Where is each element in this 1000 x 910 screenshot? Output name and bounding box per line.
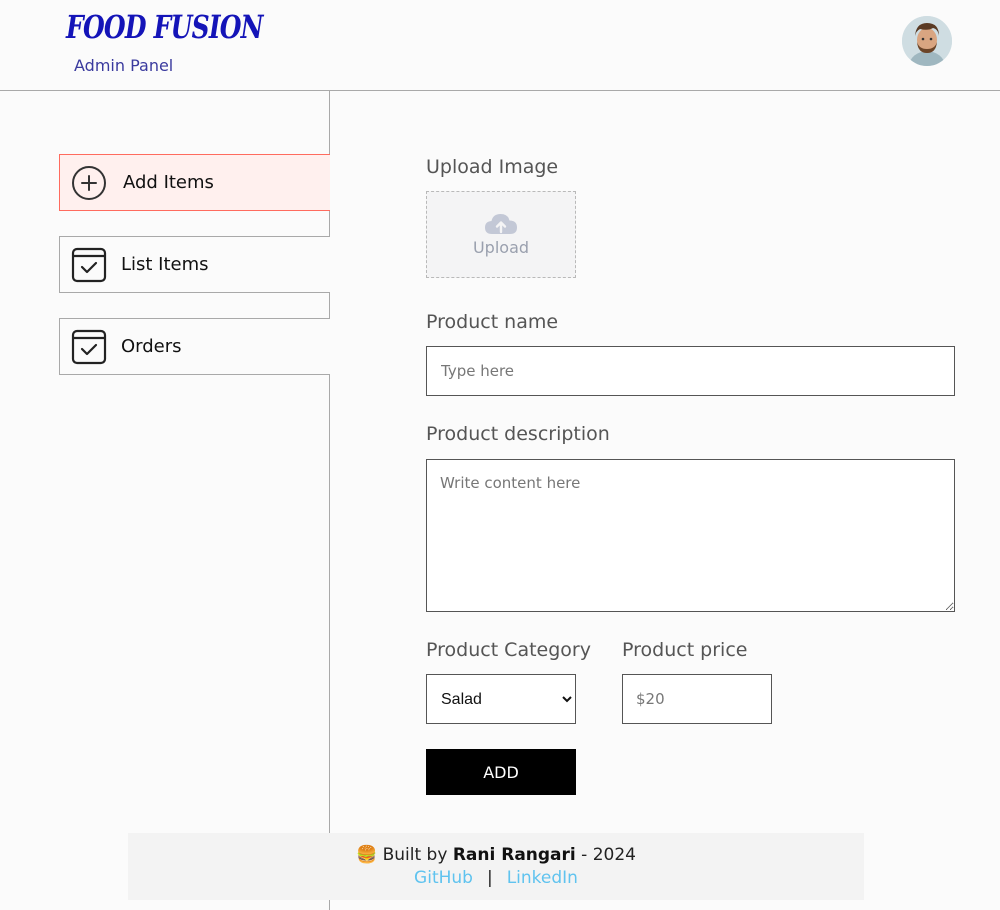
sidebar-item-orders[interactable]: Orders [59, 318, 330, 375]
checkbox-order-icon [71, 329, 107, 365]
sidebar: Add Items List Items Orders [0, 91, 330, 910]
plus-circle-icon [71, 165, 107, 201]
github-link[interactable]: GitHub [414, 868, 473, 888]
sidebar-item-label: List Items [121, 254, 209, 275]
upload-image-label: Upload Image [426, 156, 559, 178]
footer-links: GitHub | LinkedIn [128, 868, 864, 888]
brand-logo[interactable]: FOOD FUSION [66, 8, 263, 46]
product-description-textarea[interactable] [426, 459, 955, 612]
upload-text: Upload [472, 238, 530, 257]
product-name-input[interactable] [426, 346, 955, 396]
link-separator: | [486, 868, 493, 888]
author-name: Rani Rangari [452, 845, 576, 865]
product-category-select[interactable]: Salad [426, 674, 576, 724]
upload-image-dropzone[interactable]: Upload [426, 191, 576, 278]
add-button[interactable]: ADD [426, 749, 576, 795]
profile-avatar[interactable] [902, 16, 952, 66]
sidebar-item-list-items[interactable]: List Items [59, 236, 330, 293]
checkbox-list-icon [71, 247, 107, 283]
footer-credit: 🍔 Built by Rani Rangari - 2024 [128, 845, 864, 865]
avatar-image [902, 16, 952, 66]
product-price-label: Product price [622, 639, 748, 661]
built-by-text: Built by [382, 845, 448, 865]
product-description-label: Product description [426, 423, 610, 445]
sidebar-item-label: Orders [121, 336, 182, 357]
footer: 🍔 Built by Rani Rangari - 2024 GitHub | Li… [128, 833, 864, 900]
product-category-label: Product Category [426, 639, 591, 661]
sidebar-item-label: Add Items [123, 172, 214, 193]
product-price-input[interactable] [622, 674, 772, 724]
admin-panel-subtitle: Admin Panel [74, 56, 174, 75]
sidebar-item-add-items[interactable]: Add Items [59, 154, 330, 211]
burger-icon: 🍔 [356, 845, 378, 865]
linkedin-link[interactable]: LinkedIn [507, 868, 578, 888]
year-text: - 2024 [581, 845, 636, 865]
cloud-upload-icon [485, 214, 517, 234]
product-name-label: Product name [426, 311, 559, 333]
top-navbar: FOOD FUSION Admin Panel [0, 0, 1000, 91]
